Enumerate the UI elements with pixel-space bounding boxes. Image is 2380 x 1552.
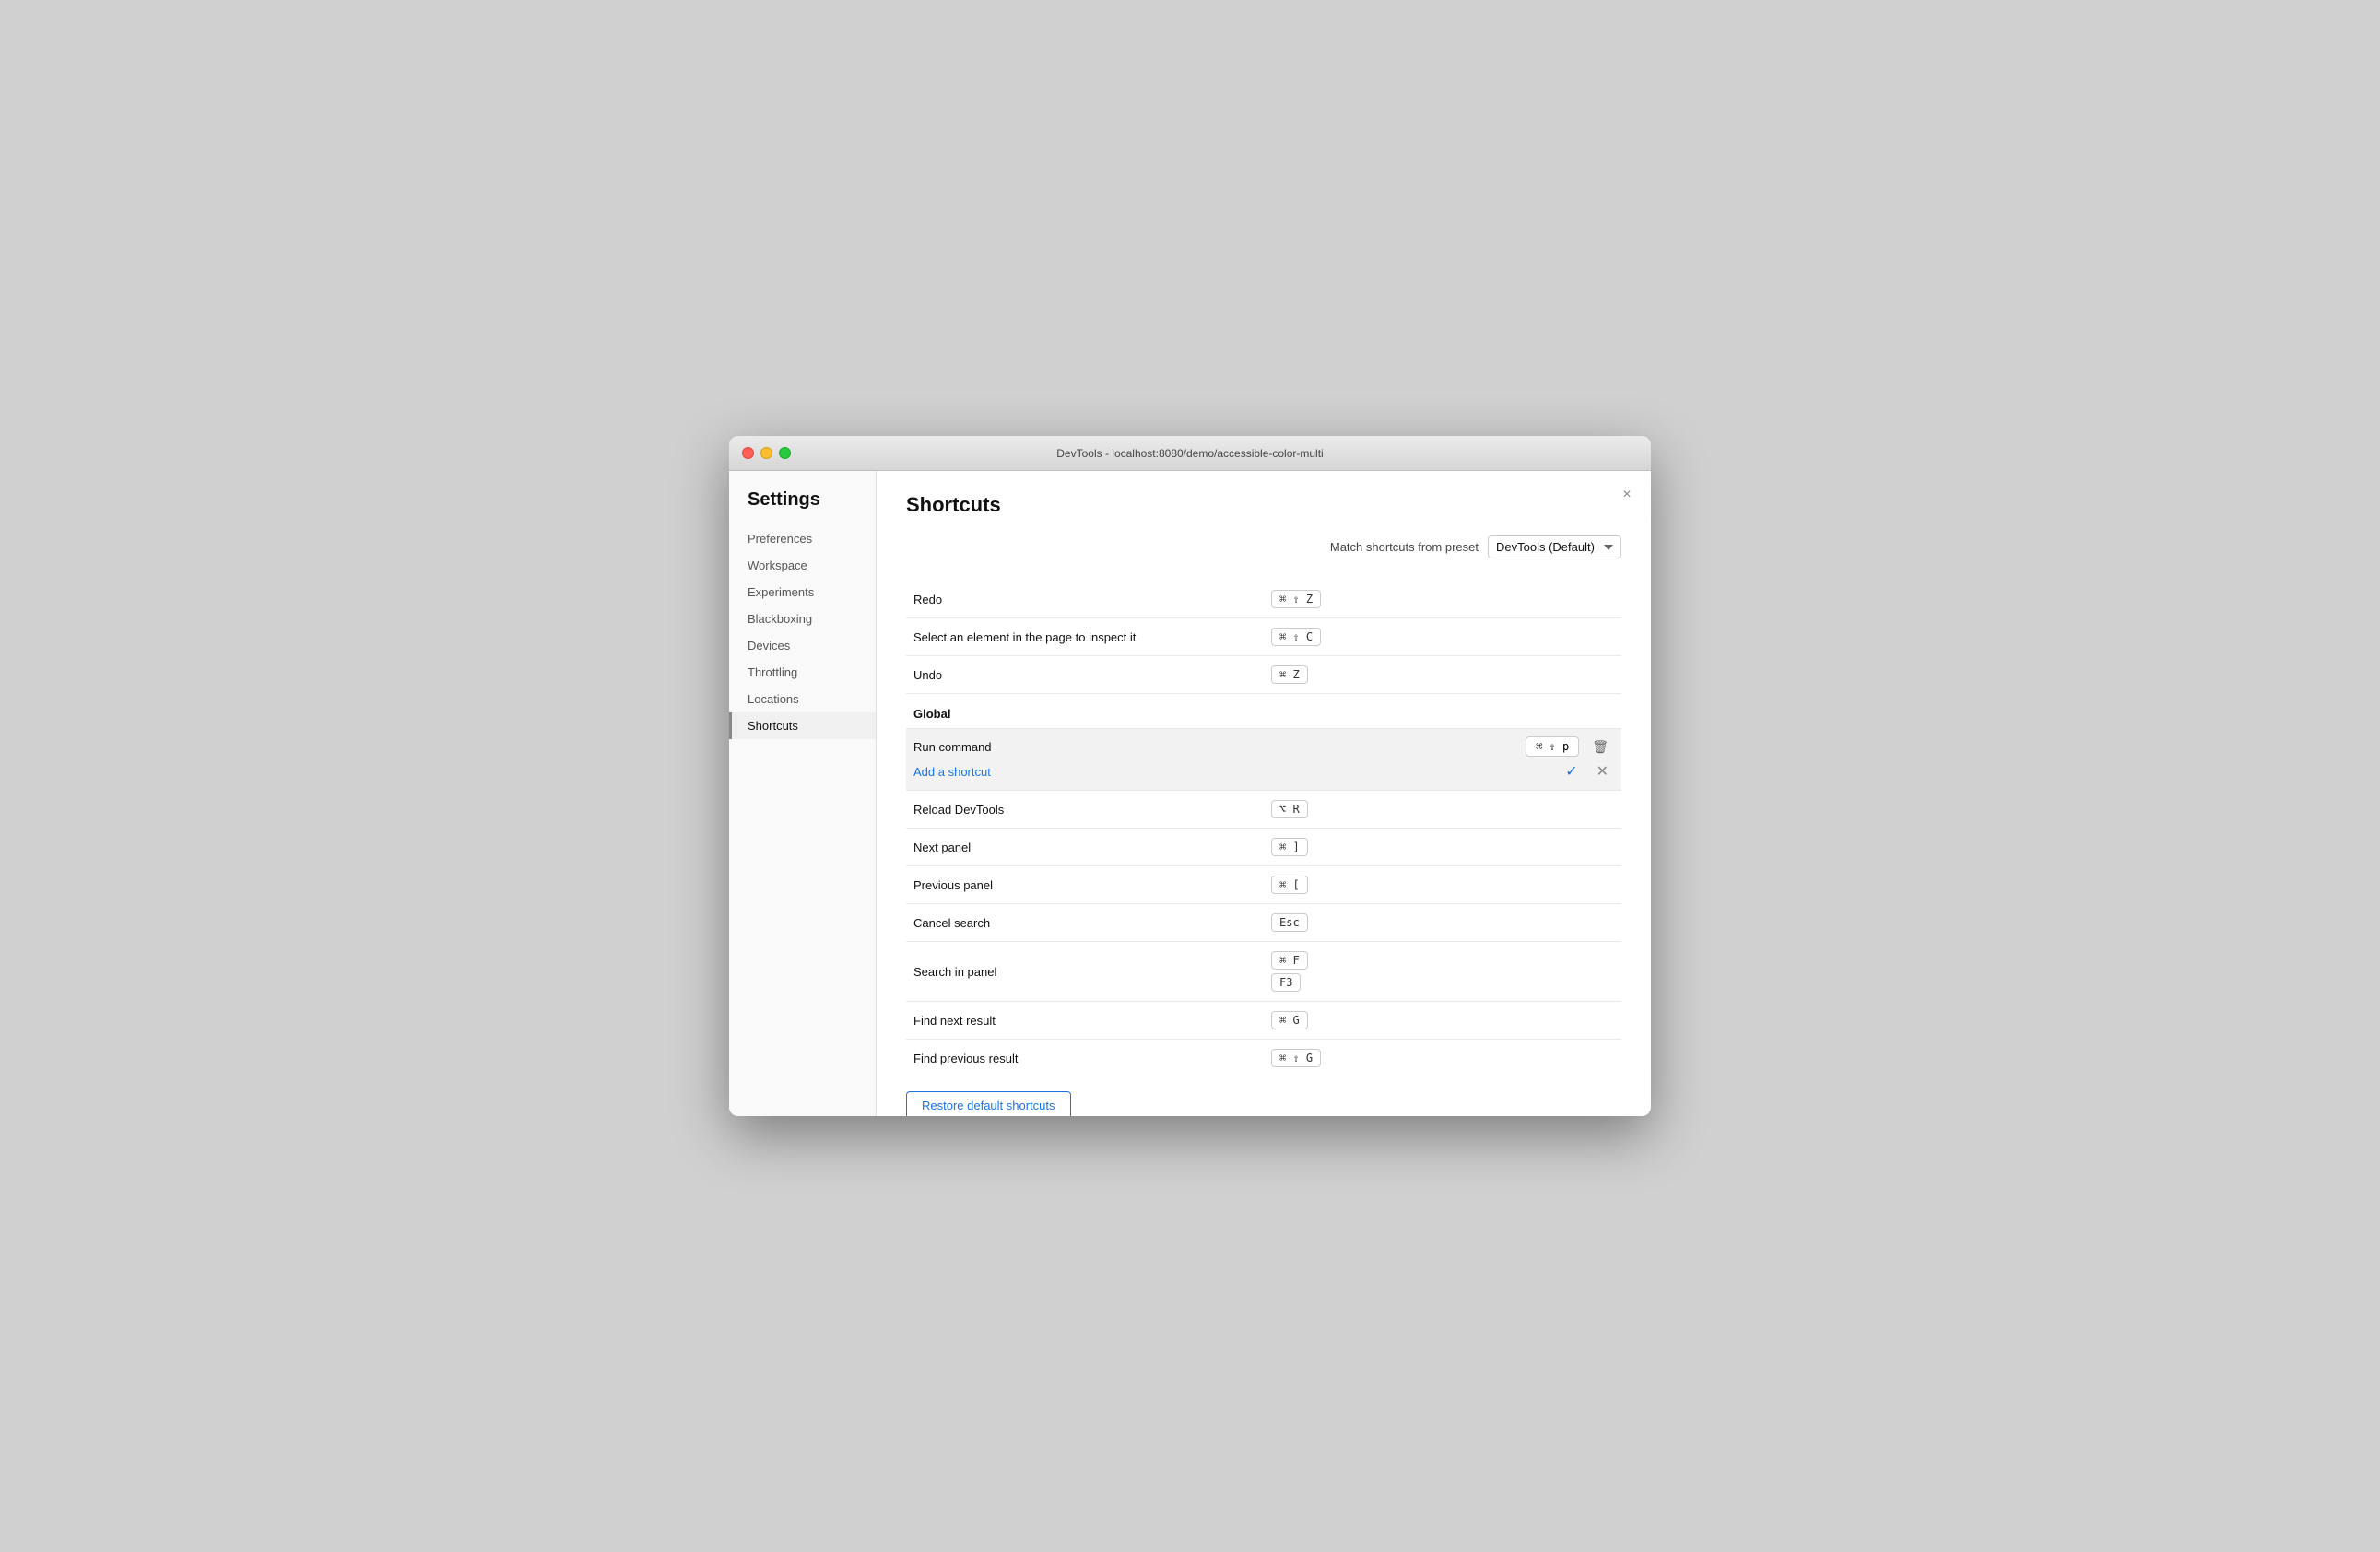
preset-row: Match shortcuts from preset DevTools (De…: [906, 535, 1621, 558]
shortcut-search-in-panel: Search in panel ⌘ F F3: [906, 942, 1621, 1002]
sidebar-item-devices[interactable]: Devices: [729, 632, 876, 659]
sidebar-item-shortcuts[interactable]: Shortcuts: [729, 712, 876, 739]
key-badge: ⌘ ⇧ C: [1271, 628, 1321, 646]
shortcut-redo: Redo ⌘ ⇧ Z: [906, 581, 1621, 618]
shortcut-name-search-panel: Search in panel: [906, 942, 1264, 1002]
sidebar-title: Settings: [729, 489, 876, 525]
minimize-button[interactable]: [760, 447, 772, 459]
traffic-lights: [742, 447, 791, 459]
shortcut-keys-cancel-search: Esc: [1264, 904, 1621, 942]
shortcut-keys-next-panel: ⌘ ]: [1264, 829, 1621, 866]
close-button[interactable]: [742, 447, 754, 459]
sidebar: Settings Preferences Workspace Experimen…: [729, 471, 877, 1116]
shortcut-reload-devtools: Reload DevTools ⌥ R: [906, 791, 1621, 829]
run-command-bottom: Add a shortcut ✓ ✕: [906, 757, 1621, 790]
shortcut-undo: Undo ⌘ Z: [906, 656, 1621, 694]
shortcut-name-next-panel: Next panel: [906, 829, 1264, 866]
run-command-name: Run command: [913, 736, 1526, 754]
key-badge: ⌘ G: [1271, 1011, 1308, 1029]
shortcut-keys-redo: ⌘ ⇧ Z: [1264, 581, 1621, 618]
sidebar-item-workspace[interactable]: Workspace: [729, 552, 876, 579]
key-badge-cmd-f: ⌘ F: [1271, 951, 1308, 970]
shortcut-next-panel: Next panel ⌘ ]: [906, 829, 1621, 866]
run-command-top: Run command ⌘ ⇧ p 🗑: [906, 729, 1621, 757]
shortcut-keys-previous-panel: ⌘ [: [1264, 866, 1621, 904]
sidebar-item-preferences[interactable]: Preferences: [729, 525, 876, 552]
confirm-cancel-buttons: ✓ ✕: [1560, 760, 1614, 782]
cancel-button[interactable]: ✕: [1591, 760, 1614, 782]
close-settings-button[interactable]: ×: [1618, 486, 1636, 504]
shortcut-select-element: Select an element in the page to inspect…: [906, 618, 1621, 656]
shortcut-name-find-next: Find next result: [906, 1002, 1264, 1040]
preset-label: Match shortcuts from preset: [1330, 540, 1479, 554]
shortcut-name-select: Select an element in the page to inspect…: [906, 618, 1264, 656]
shortcut-find-next: Find next result ⌘ G: [906, 1002, 1621, 1040]
shortcut-run-command: Run command ⌘ ⇧ p 🗑 Add a shortcut ✓: [906, 729, 1621, 791]
content-area: Settings Preferences Workspace Experimen…: [729, 471, 1651, 1116]
page-title: Shortcuts: [906, 493, 1621, 517]
shortcut-previous-panel: Previous panel ⌘ [: [906, 866, 1621, 904]
shortcut-keys-find-next: ⌘ G: [1264, 1002, 1621, 1040]
shortcut-name-undo: Undo: [906, 656, 1264, 694]
shortcut-name-cancel-search: Cancel search: [906, 904, 1264, 942]
restore-defaults-button[interactable]: Restore default shortcuts: [906, 1091, 1071, 1116]
shortcut-name-redo: Redo: [906, 581, 1264, 618]
shortcut-cancel-search: Cancel search Esc: [906, 904, 1621, 942]
window-title: DevTools - localhost:8080/demo/accessibl…: [1056, 447, 1323, 460]
sidebar-item-throttling[interactable]: Throttling: [729, 659, 876, 686]
key-badge-f3: F3: [1271, 973, 1301, 992]
run-command-keys: ⌘ ⇧ p 🗑: [1526, 736, 1614, 757]
run-command-key-input[interactable]: ⌘ ⇧ p: [1526, 736, 1579, 757]
maximize-button[interactable]: [779, 447, 791, 459]
browser-window: DevTools - localhost:8080/demo/accessibl…: [729, 436, 1651, 1116]
section-header-label: Global: [906, 694, 1621, 729]
shortcut-name-previous-panel: Previous panel: [906, 866, 1264, 904]
sidebar-item-locations[interactable]: Locations: [729, 686, 876, 712]
shortcut-keys-reload: ⌥ R: [1264, 791, 1621, 829]
sidebar-item-experiments[interactable]: Experiments: [729, 579, 876, 606]
key-badge: Esc: [1271, 913, 1308, 932]
section-header-global: Global: [906, 694, 1621, 729]
shortcut-keys-find-prev: ⌘ ⇧ G: [1264, 1040, 1621, 1077]
shortcut-name-reload: Reload DevTools: [906, 791, 1264, 829]
shortcuts-table: Redo ⌘ ⇧ Z Select an element in the page…: [906, 581, 1621, 1076]
key-badge: ⌘ ]: [1271, 838, 1308, 856]
main-panel: × Shortcuts Match shortcuts from preset …: [877, 471, 1651, 1116]
shortcut-find-prev: Find previous result ⌘ ⇧ G: [906, 1040, 1621, 1077]
title-bar: DevTools - localhost:8080/demo/accessibl…: [729, 436, 1651, 471]
sidebar-item-blackboxing[interactable]: Blackboxing: [729, 606, 876, 632]
shortcut-name-find-prev: Find previous result: [906, 1040, 1264, 1077]
shortcut-keys-search-panel: ⌘ F F3: [1264, 942, 1621, 1002]
key-badge: ⌘ [: [1271, 876, 1308, 894]
key-badge: ⌘ Z: [1271, 665, 1308, 684]
confirm-button[interactable]: ✓: [1560, 760, 1583, 782]
key-badge: ⌥ R: [1271, 800, 1308, 818]
add-shortcut-link[interactable]: Add a shortcut: [913, 765, 991, 779]
key-badge: ⌘ ⇧ Z: [1271, 590, 1321, 608]
preset-select[interactable]: DevTools (Default) Visual Studio Code: [1488, 535, 1621, 558]
shortcut-keys-select: ⌘ ⇧ C: [1264, 618, 1621, 656]
delete-shortcut-button[interactable]: 🗑: [1586, 737, 1614, 757]
key-badge: ⌘ ⇧ G: [1271, 1049, 1321, 1067]
shortcut-keys-undo: ⌘ Z: [1264, 656, 1621, 694]
